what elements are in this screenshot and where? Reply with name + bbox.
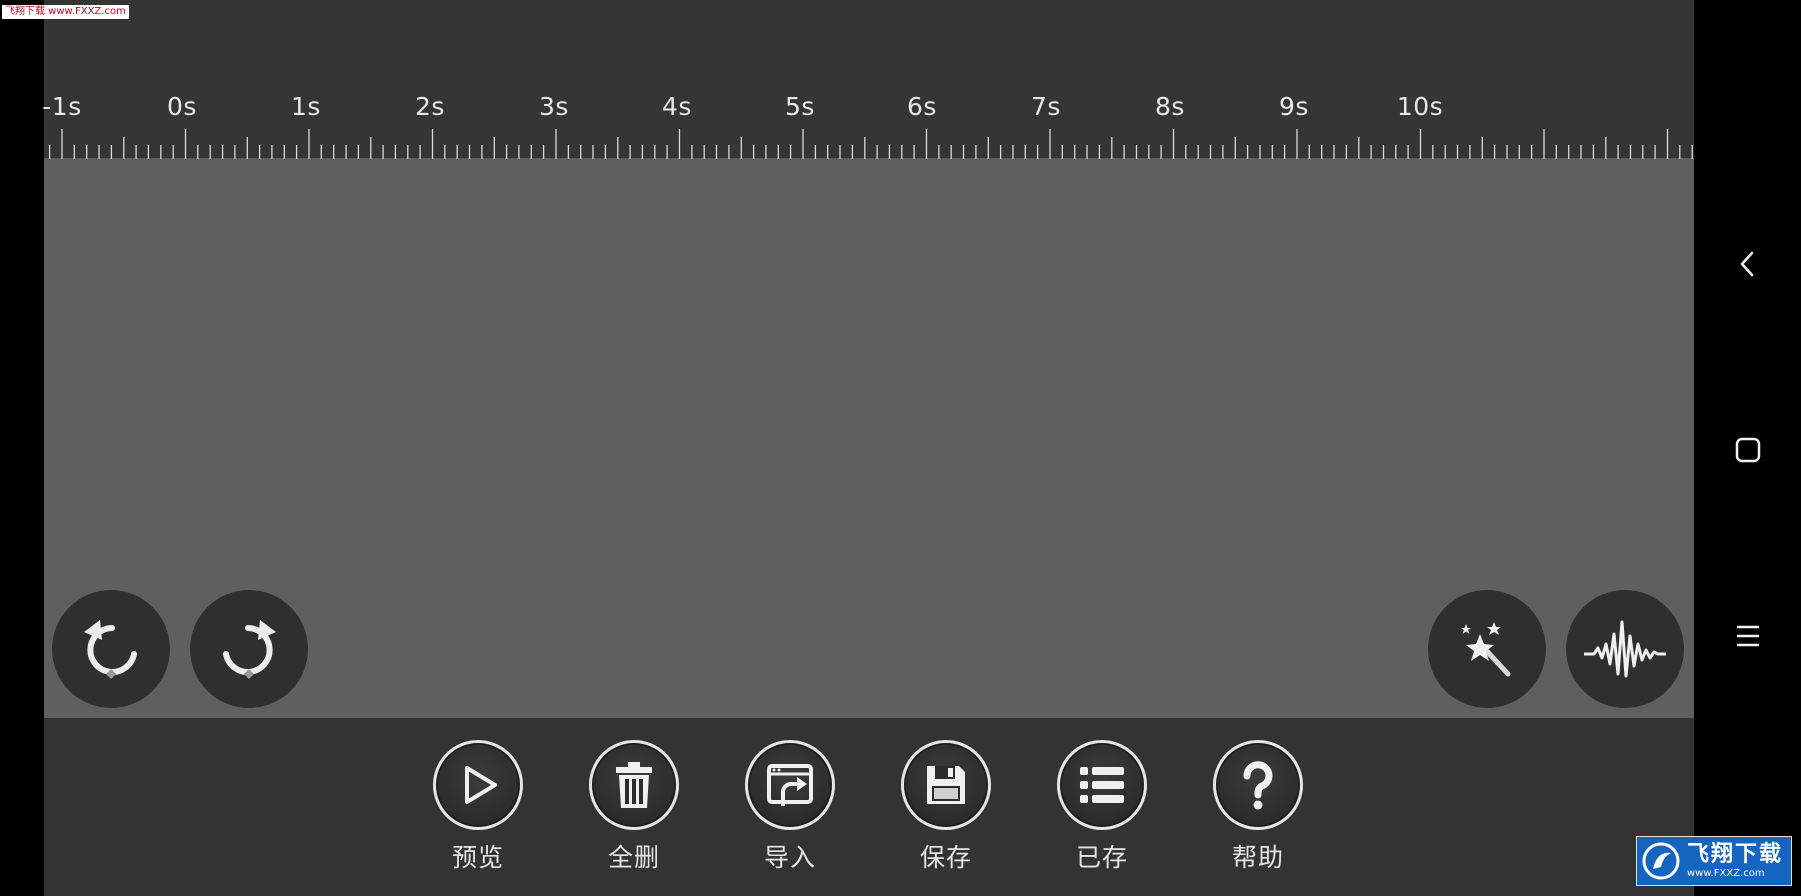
audio-track-area[interactable]: [44, 160, 1694, 718]
ruler-label: 9s: [1279, 92, 1309, 121]
import-circle: [745, 740, 835, 830]
watermark-url: www.FXXZ.com: [1687, 867, 1765, 879]
ruler-label: 7s: [1031, 92, 1061, 121]
import-label: 导入: [763, 843, 816, 872]
nav-recents-button[interactable]: [1716, 604, 1780, 668]
left-black-bar: [0, 0, 44, 896]
preview-button[interactable]: 预览: [418, 740, 538, 880]
magic-effects-button[interactable]: [1428, 590, 1546, 708]
help-circle: [1213, 740, 1303, 830]
back-chevron-icon: [1740, 251, 1754, 277]
ruler-label: 10s: [1396, 92, 1444, 121]
ruler-label: 8s: [1155, 92, 1185, 121]
bottom-toolbar: 预览 全删 导入 保存 已存 帮助: [44, 718, 1694, 896]
timeline-ruler-labels: -1s 0s 1s 2s 3s 4s 5s 6s 7s 8s 9s 10s: [42, 92, 1694, 128]
preview-label: 预览: [451, 843, 504, 872]
ruler-label: 0s: [167, 92, 197, 121]
waveform-icon: [1584, 620, 1666, 678]
home-square-icon: [1735, 437, 1761, 463]
ruler-label: 1s: [291, 92, 321, 121]
timeline-header: -1s 0s 1s 2s 3s 4s 5s 6s 7s 8s 9s 10s: [42, 0, 1694, 160]
ruler-label: 2s: [415, 92, 445, 121]
help-button[interactable]: 帮助: [1198, 740, 1318, 880]
nav-home-button[interactable]: [1716, 418, 1780, 482]
preview-circle: [433, 740, 523, 830]
save-button[interactable]: 保存: [886, 740, 1006, 880]
floppy-disk-icon: [927, 766, 965, 804]
nav-back-button[interactable]: [1716, 232, 1780, 296]
undo-icon: [84, 620, 137, 679]
save-circle: [901, 740, 991, 830]
system-navigation-bar: [1694, 0, 1801, 896]
ruler-label: 4s: [662, 92, 692, 121]
watermark-brand: 飞翔下载: [1687, 841, 1784, 867]
delete-all-circle: [589, 740, 679, 830]
play-icon: [465, 766, 497, 804]
redo-icon: [223, 620, 276, 679]
magic-wand-icon: [1461, 622, 1511, 677]
watermark-top-left: 飞翔下载 www.FXXZ.com: [2, 5, 129, 19]
saved-list-circle: [1057, 740, 1147, 830]
help-label: 帮助: [1231, 843, 1284, 872]
ruler-label: 6s: [907, 92, 937, 121]
delete-all-button[interactable]: 全删: [574, 740, 694, 880]
ruler-label: 3s: [539, 92, 569, 121]
trash-icon: [616, 762, 652, 808]
watermark-bottom-right: 飞翔下载 www.FXXZ.com: [1636, 836, 1792, 886]
menu-lines-icon: [1737, 625, 1759, 647]
undo-button[interactable]: [52, 590, 170, 708]
redo-button[interactable]: [190, 590, 308, 708]
watermark-logo-icon: [1642, 842, 1680, 880]
list-icon: [1080, 767, 1124, 803]
help-icon: [1243, 761, 1273, 810]
saved-list-label: 已存: [1075, 843, 1128, 872]
waveform-button[interactable]: [1566, 590, 1684, 708]
ruler-label: 5s: [785, 92, 815, 121]
saved-list-button[interactable]: 已存: [1042, 740, 1162, 880]
delete-all-label: 全删: [607, 843, 660, 872]
ringtone-editor-app: -1s 0s 1s 2s 3s 4s 5s 6s 7s 8s 9s 10s 预览…: [42, 0, 1694, 896]
import-button[interactable]: 导入: [730, 740, 850, 880]
timeline-ruler-ticks: [44, 129, 1694, 160]
save-label: 保存: [919, 843, 972, 872]
ruler-label: -1s: [42, 92, 82, 121]
import-icon: [767, 764, 813, 806]
